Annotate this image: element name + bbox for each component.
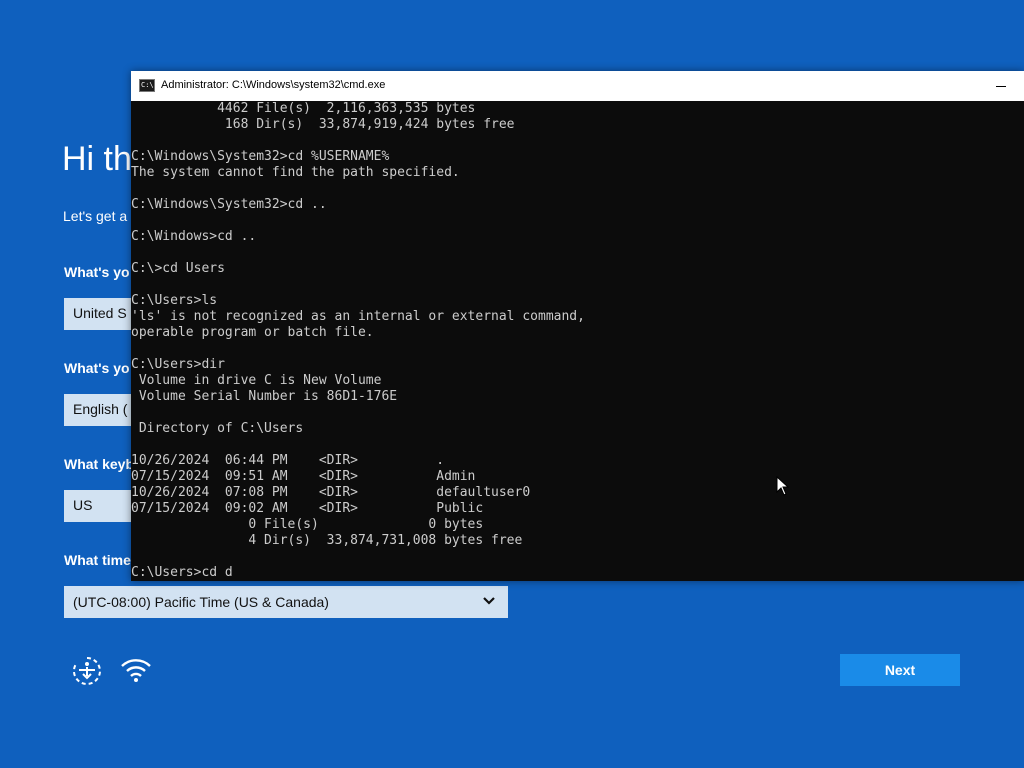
- window-title: Administrator: C:\Windows\system32\cmd.e…: [161, 79, 386, 91]
- timezone-question: What time: [64, 552, 131, 568]
- console-line: Volume Serial Number is 86D1-176E: [131, 389, 398, 404]
- console-line: C:\Users>dir: [131, 357, 225, 372]
- console-line: 'ls' is not recognized as an internal or…: [131, 309, 585, 324]
- cmd-titlebar[interactable]: C:\ Administrator: C:\Windows\system32\c…: [131, 71, 1024, 101]
- console-line: 0 File(s) 0 bytes: [131, 517, 484, 532]
- console-line: 168 Dir(s) 33,874,919,424 bytes free: [131, 117, 515, 132]
- console-line: C:\Windows\System32>cd ..: [131, 197, 327, 212]
- console-line: C:\Users>cd d: [131, 565, 233, 580]
- language-question: What's yo: [64, 360, 130, 376]
- console-line: C:\Windows\System32>cd %USERNAME%: [131, 149, 390, 164]
- timezone-select[interactable]: (UTC-08:00) Pacific Time (US & Canada): [64, 586, 508, 618]
- console-line: C:\Users>ls: [131, 293, 218, 308]
- console-line: 4462 File(s) 2,116,363,535 bytes: [131, 101, 476, 116]
- page-subtitle: Let's get a: [63, 208, 128, 224]
- minimize-button[interactable]: [978, 71, 1024, 101]
- region-question: What's yo: [64, 264, 130, 280]
- page-title: Hi th: [62, 140, 132, 178]
- mouse-pointer-icon: [776, 476, 790, 496]
- cmd-window[interactable]: C:\ Administrator: C:\Windows\system32\c…: [131, 71, 1024, 581]
- wifi-icon[interactable]: [119, 654, 153, 688]
- console-line: Volume in drive C is New Volume: [131, 373, 382, 388]
- timezone-value: (UTC-08:00) Pacific Time (US & Canada): [73, 594, 329, 610]
- console-line: C:\Windows>cd ..: [131, 229, 257, 244]
- console-line: The system cannot find the path specifie…: [131, 165, 460, 180]
- console-line: 10/26/2024 06:44 PM <DIR> .: [131, 453, 445, 468]
- accessibility-icon[interactable]: [70, 654, 104, 688]
- console-line: 07/15/2024 09:51 AM <DIR> Admin: [131, 469, 476, 484]
- console-line: Directory of C:\Users: [131, 421, 304, 436]
- console-line: C:\>cd Users: [131, 261, 225, 276]
- next-button[interactable]: Next: [840, 654, 960, 686]
- console-line: 07/15/2024 09:02 AM <DIR> Public: [131, 501, 484, 516]
- console-line: 4 Dir(s) 33,874,731,008 bytes free: [131, 533, 523, 548]
- chevron-down-icon: [483, 597, 495, 605]
- console-line: operable program or batch file.: [131, 325, 374, 340]
- console-output[interactable]: 4462 File(s) 2,116,363,535 bytes 168 Dir…: [131, 101, 1024, 581]
- cmd-app-icon: C:\: [139, 79, 155, 92]
- console-line: 10/26/2024 07:08 PM <DIR> defaultuser0: [131, 485, 531, 500]
- keyboard-question: What keyb: [64, 456, 135, 472]
